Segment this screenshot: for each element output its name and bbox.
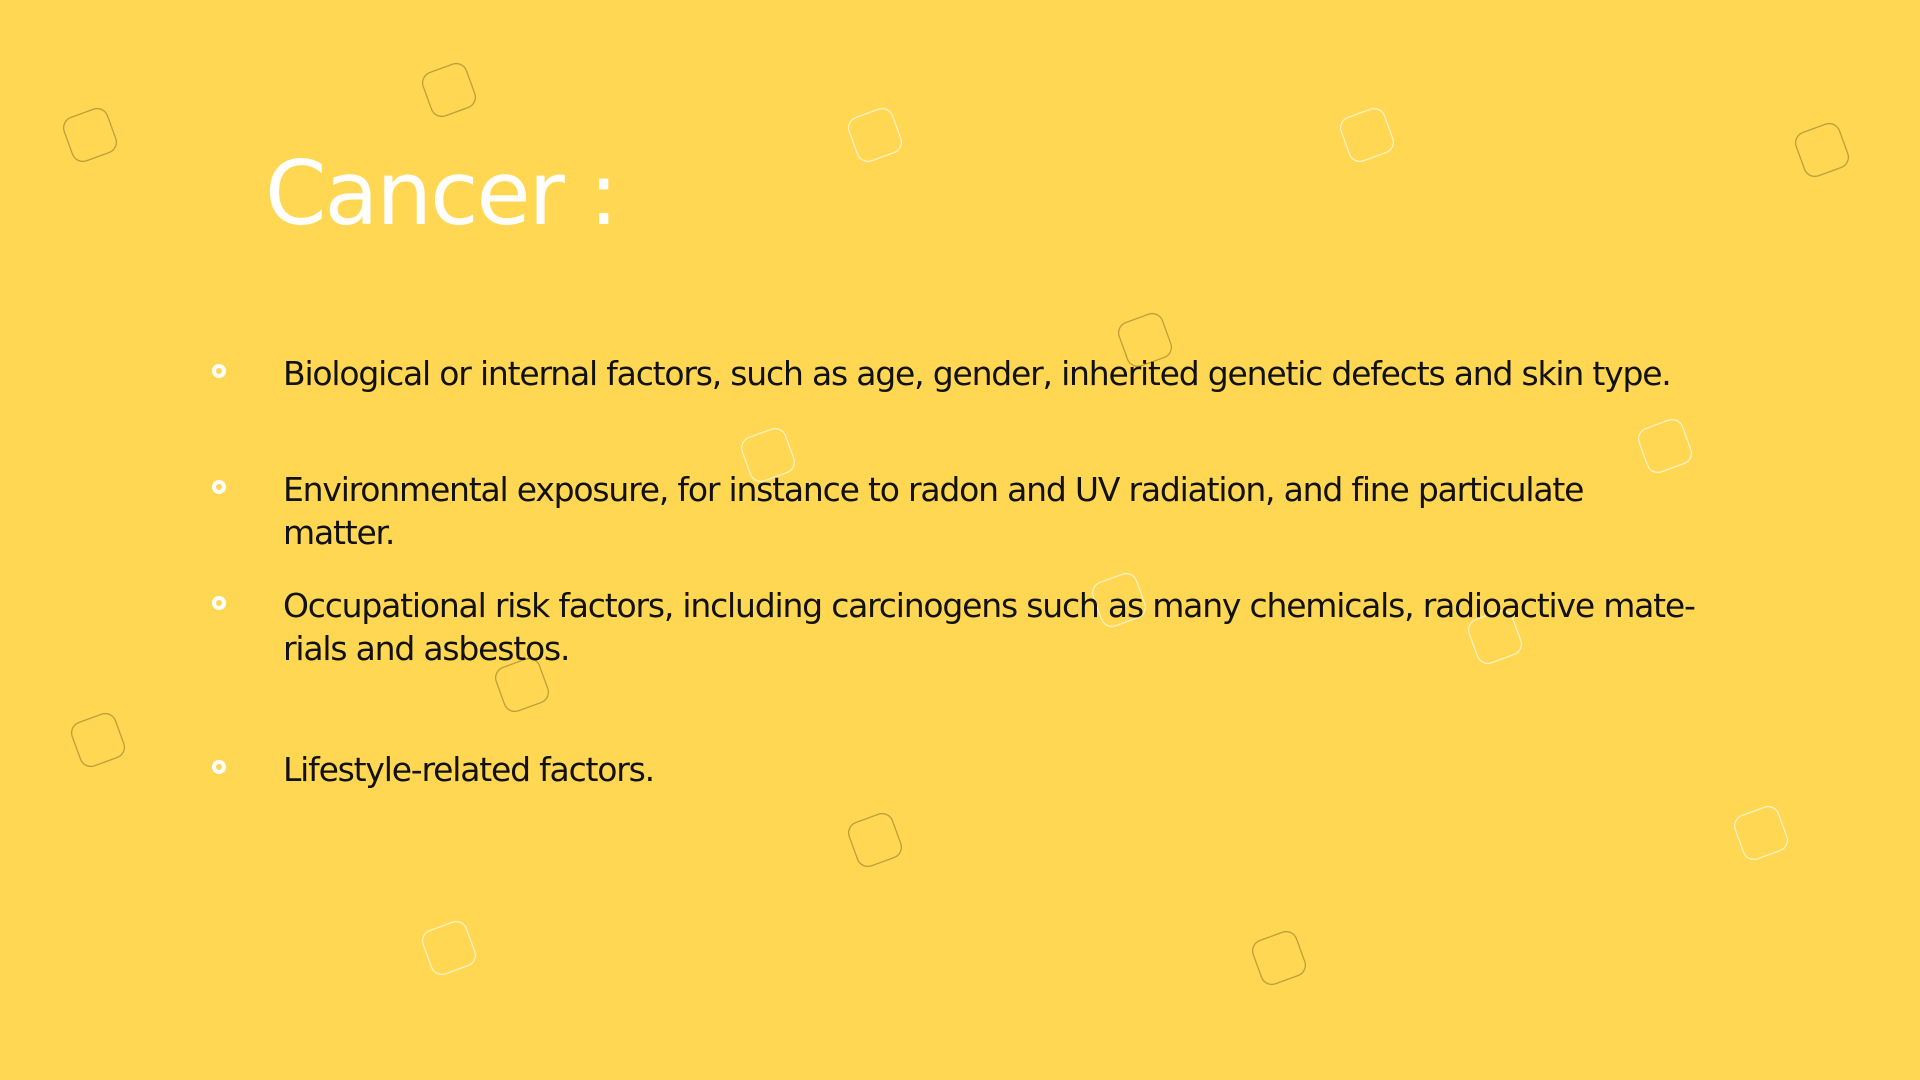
- ring-bullet-icon: [212, 760, 226, 774]
- rounded-square-decoration: [421, 920, 477, 976]
- ring-bullet-icon: [212, 364, 226, 378]
- rounded-square-decoration: [847, 107, 903, 163]
- rounded-square-decoration: [421, 62, 477, 118]
- bullet-text: Biological or internal factors, such as …: [283, 354, 1672, 393]
- bullet-text: Environmental exposure, for instance to …: [283, 470, 1584, 552]
- ring-bullet-icon: [212, 596, 226, 610]
- rounded-square-decoration: [70, 712, 126, 768]
- rounded-square-decoration: [1794, 122, 1850, 178]
- rounded-square-decoration: [1637, 418, 1693, 474]
- rounded-square-decoration: [1733, 805, 1789, 861]
- slide: Cancer : Biological or internal factors,…: [0, 0, 1920, 1080]
- ring-bullet-icon: [212, 480, 226, 494]
- slide-title: Cancer :: [265, 142, 618, 245]
- rounded-square-decoration: [62, 107, 118, 163]
- rounded-square-decoration: [1339, 107, 1395, 163]
- bullet-text: Lifestyle-related factors.: [283, 750, 655, 789]
- rounded-square-decoration: [847, 812, 903, 868]
- bullet-text: Occupational risk factors, including car…: [283, 586, 1696, 668]
- rounded-square-decoration: [1251, 930, 1307, 986]
